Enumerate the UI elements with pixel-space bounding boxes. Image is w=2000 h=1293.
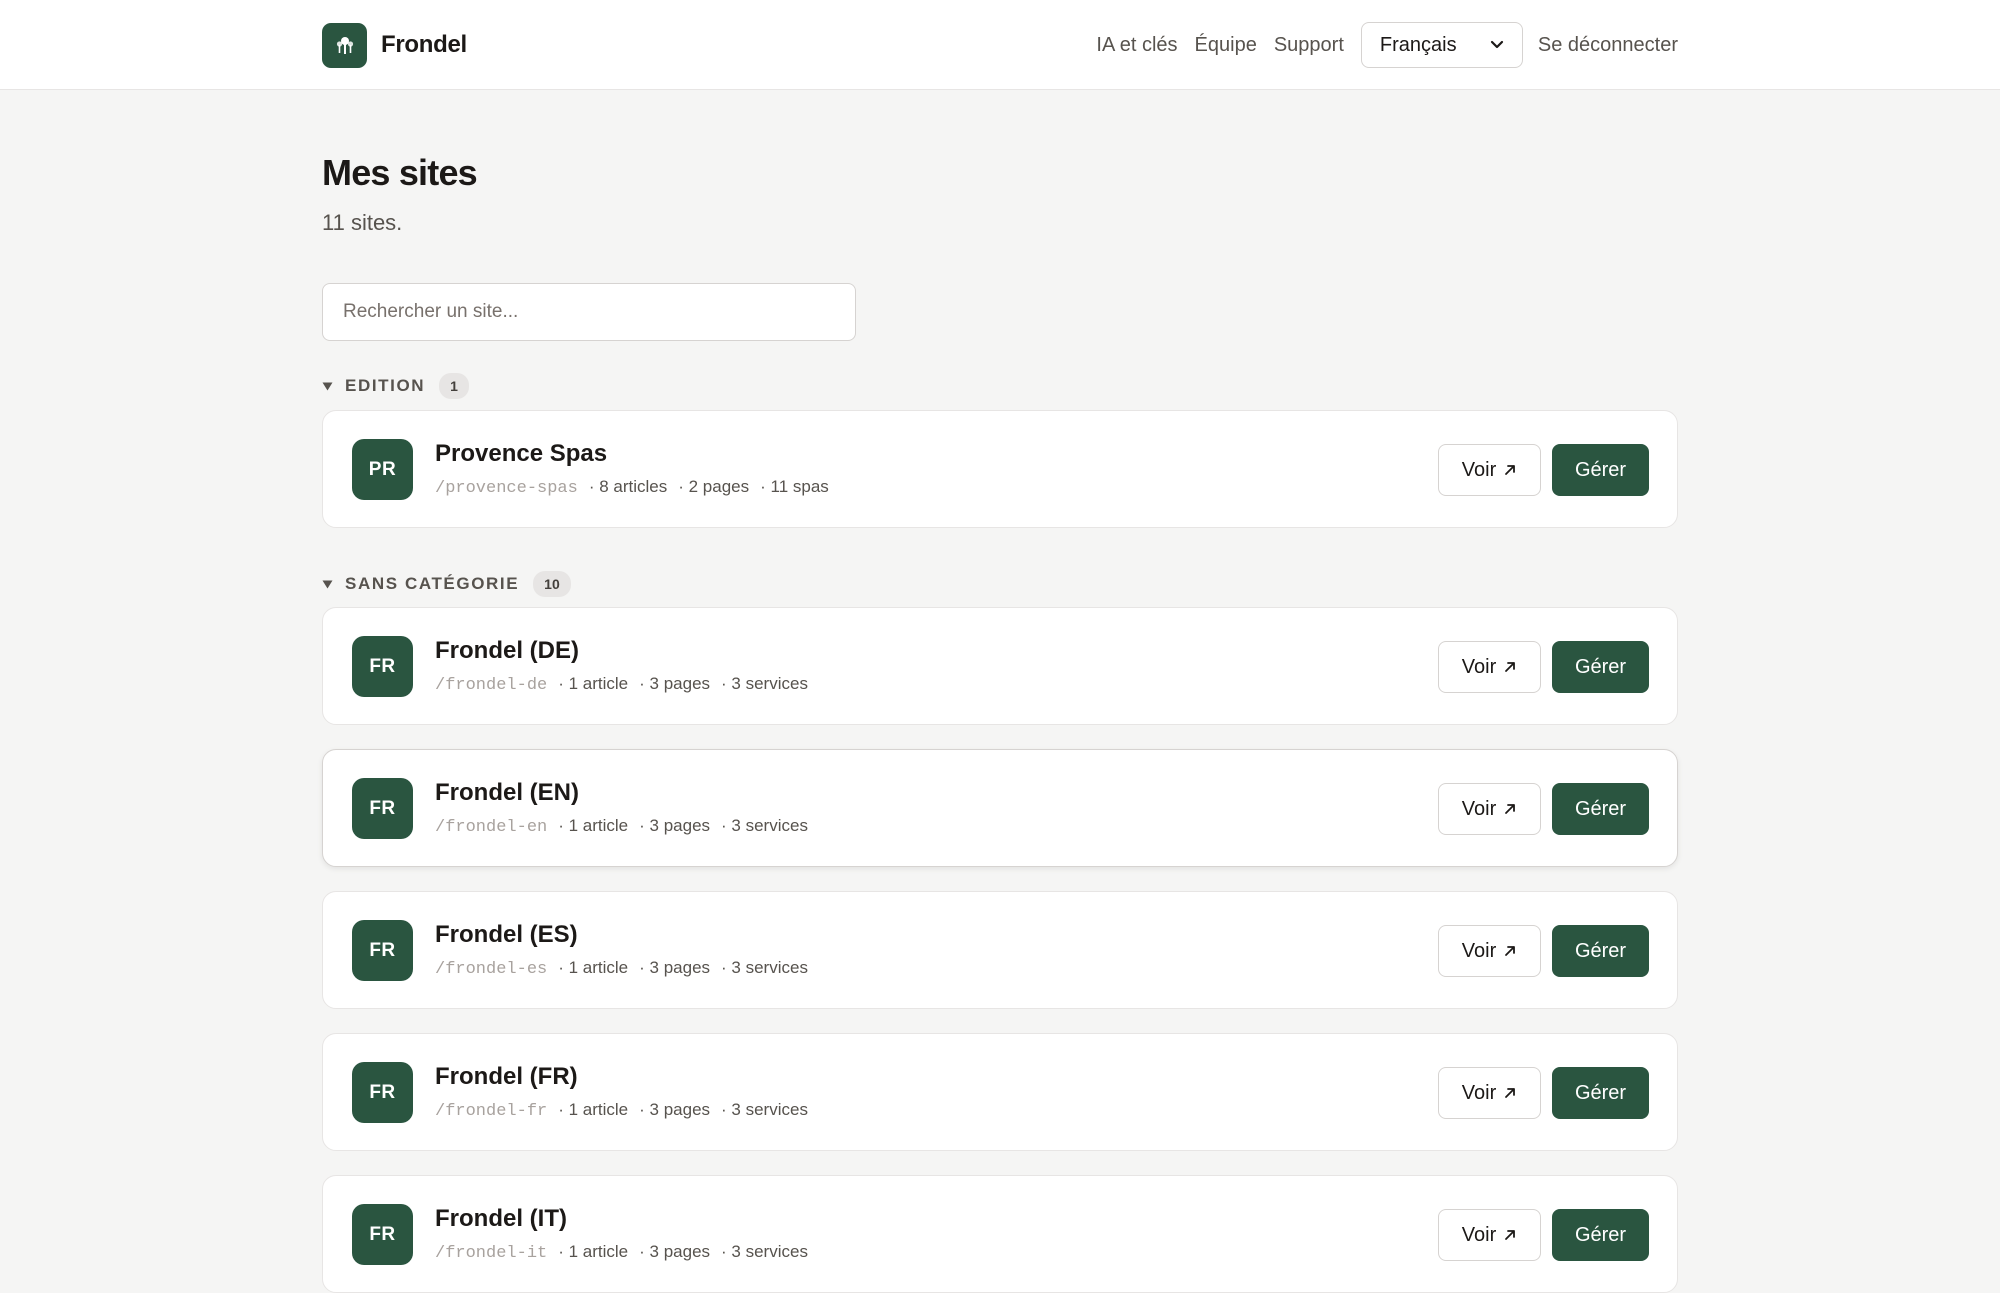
external-arrow-icon — [1505, 946, 1516, 956]
site-meta: /frondel-en · 1 article · 3 pages · 3 se… — [435, 816, 819, 837]
group-header-uncategorized[interactable]: SANS CATÉGORIE 10 — [322, 571, 571, 597]
site-slug: /frondel-en — [435, 818, 548, 837]
site-card: FR Frondel (FR) /frondel-fr · 1 article … — [322, 1033, 1678, 1151]
view-site-button[interactable]: Voir — [1438, 1209, 1541, 1261]
top-nav: IA et clés Équipe Support Français Se dé… — [1096, 22, 1678, 68]
site-services-count: · 3 services — [721, 1100, 808, 1119]
view-button-label: Voir — [1461, 458, 1497, 481]
site-articles-count: · 1 article — [558, 1242, 629, 1261]
manage-site-button[interactable]: Gérer — [1552, 444, 1649, 496]
view-button-label: Voir — [1461, 1223, 1497, 1246]
site-slug: /frondel-de — [435, 676, 548, 695]
site-card: FR Frondel (IT) /frondel-it · 1 article … — [322, 1175, 1678, 1293]
site-card: PR Provence Spas /provence-spas · 8 arti… — [322, 410, 1678, 528]
site-slug: /frondel-fr — [435, 1102, 548, 1121]
view-site-button[interactable]: Voir — [1438, 1067, 1541, 1119]
top-bar: Frondel IA et clés Équipe Support França… — [0, 0, 2000, 90]
group-count-badge: 10 — [533, 571, 571, 597]
view-site-button[interactable]: Voir — [1438, 641, 1541, 693]
external-arrow-icon — [1505, 804, 1516, 814]
site-meta: /provence-spas · 8 articles · 2 pages · … — [435, 477, 840, 498]
logout-link[interactable]: Se déconnecter — [1538, 34, 1678, 57]
site-name: Frondel (FR) — [435, 1063, 578, 1090]
brand[interactable]: Frondel — [322, 22, 467, 68]
site-pages-count: · 3 pages — [639, 958, 711, 977]
site-slug: /frondel-it — [435, 1244, 548, 1263]
view-button-label: Voir — [1461, 797, 1497, 820]
caret-down-icon — [322, 382, 333, 390]
site-card: FR Frondel (EN) /frondel-en · 1 article … — [322, 749, 1678, 867]
external-arrow-icon — [1505, 465, 1516, 475]
external-arrow-icon — [1505, 1230, 1516, 1240]
site-name: Frondel (DE) — [435, 637, 579, 664]
view-button-label: Voir — [1461, 1081, 1497, 1104]
site-avatar: FR — [352, 920, 413, 981]
nav-link-support[interactable]: Support — [1274, 34, 1344, 57]
site-slug: /provence-spas — [435, 479, 578, 498]
site-services-count: · 3 services — [721, 674, 808, 693]
site-services-count: · 3 services — [721, 816, 808, 835]
search-input[interactable] — [322, 283, 856, 341]
site-articles-count: · 8 articles — [588, 477, 668, 496]
view-site-button[interactable]: Voir — [1438, 444, 1541, 496]
site-meta: /frondel-de · 1 article · 3 pages · 3 se… — [435, 674, 819, 695]
manage-site-button[interactable]: Gérer — [1552, 641, 1649, 693]
site-services-count: · 3 services — [721, 1242, 808, 1261]
manage-site-button[interactable]: Gérer — [1552, 1067, 1649, 1119]
language-select[interactable]: Français — [1360, 22, 1523, 68]
nav-link-team[interactable]: Équipe — [1195, 34, 1257, 57]
site-meta: /frondel-it · 1 article · 3 pages · 3 se… — [435, 1242, 819, 1263]
site-articles-count: · 1 article — [558, 1100, 629, 1119]
external-arrow-icon — [1505, 662, 1516, 672]
site-pages-count: · 2 pages — [678, 477, 750, 496]
site-card: FR Frondel (DE) /frondel-de · 1 article … — [322, 607, 1678, 725]
site-card: FR Frondel (ES) /frondel-es · 1 article … — [322, 891, 1678, 1009]
language-select-value: Français — [1379, 33, 1457, 56]
view-site-button[interactable]: Voir — [1438, 783, 1541, 835]
site-articles-count: · 1 article — [558, 958, 629, 977]
site-meta: /frondel-fr · 1 article · 3 pages · 3 se… — [435, 1100, 819, 1121]
site-pages-count: · 3 pages — [639, 1100, 711, 1119]
group-header-edition[interactable]: EDITION 1 — [322, 373, 469, 399]
nav-link-ai-keys[interactable]: IA et clés — [1096, 34, 1177, 57]
site-name: Frondel (EN) — [435, 779, 579, 806]
view-button-label: Voir — [1461, 939, 1497, 962]
view-button-label: Voir — [1461, 655, 1497, 678]
external-arrow-icon — [1505, 1088, 1516, 1098]
manage-site-button[interactable]: Gérer — [1552, 1209, 1649, 1261]
manage-site-button[interactable]: Gérer — [1552, 783, 1649, 835]
site-services-count: · 3 services — [721, 958, 808, 977]
site-avatar: PR — [352, 439, 413, 500]
group-count-badge: 1 — [439, 373, 469, 399]
group-label: SANS CATÉGORIE — [345, 574, 520, 593]
site-articles-count: · 1 article — [558, 674, 629, 693]
tree-logo-svg — [336, 37, 353, 54]
site-pages-count: · 3 pages — [639, 674, 711, 693]
tree-logo-icon — [322, 22, 367, 68]
top-bar-inner: Frondel IA et clés Équipe Support França… — [322, 0, 1678, 90]
site-pages-count: · 3 pages — [639, 816, 711, 835]
site-avatar: FR — [352, 1204, 413, 1265]
page-title: Mes sites — [322, 152, 478, 193]
site-avatar: FR — [352, 778, 413, 839]
view-site-button[interactable]: Voir — [1438, 925, 1541, 977]
site-pages-count: · 3 pages — [639, 1242, 711, 1261]
group-label: EDITION — [345, 376, 426, 395]
site-avatar: FR — [352, 1062, 413, 1123]
chevron-down-icon — [1490, 40, 1503, 49]
site-name: Frondel (IT) — [435, 1205, 567, 1232]
caret-down-icon — [322, 580, 333, 588]
site-meta: /frondel-es · 1 article · 3 pages · 3 se… — [435, 958, 819, 979]
brand-name: Frondel — [381, 31, 467, 58]
site-avatar: FR — [352, 636, 413, 697]
site-articles-count: · 1 article — [558, 816, 629, 835]
site-count: 11 sites. — [322, 210, 403, 235]
site-slug: /frondel-es — [435, 960, 548, 979]
site-items-count: · 11 spas — [760, 477, 829, 496]
manage-site-button[interactable]: Gérer — [1552, 925, 1649, 977]
site-name: Provence Spas — [435, 440, 608, 467]
site-name: Frondel (ES) — [435, 921, 578, 948]
